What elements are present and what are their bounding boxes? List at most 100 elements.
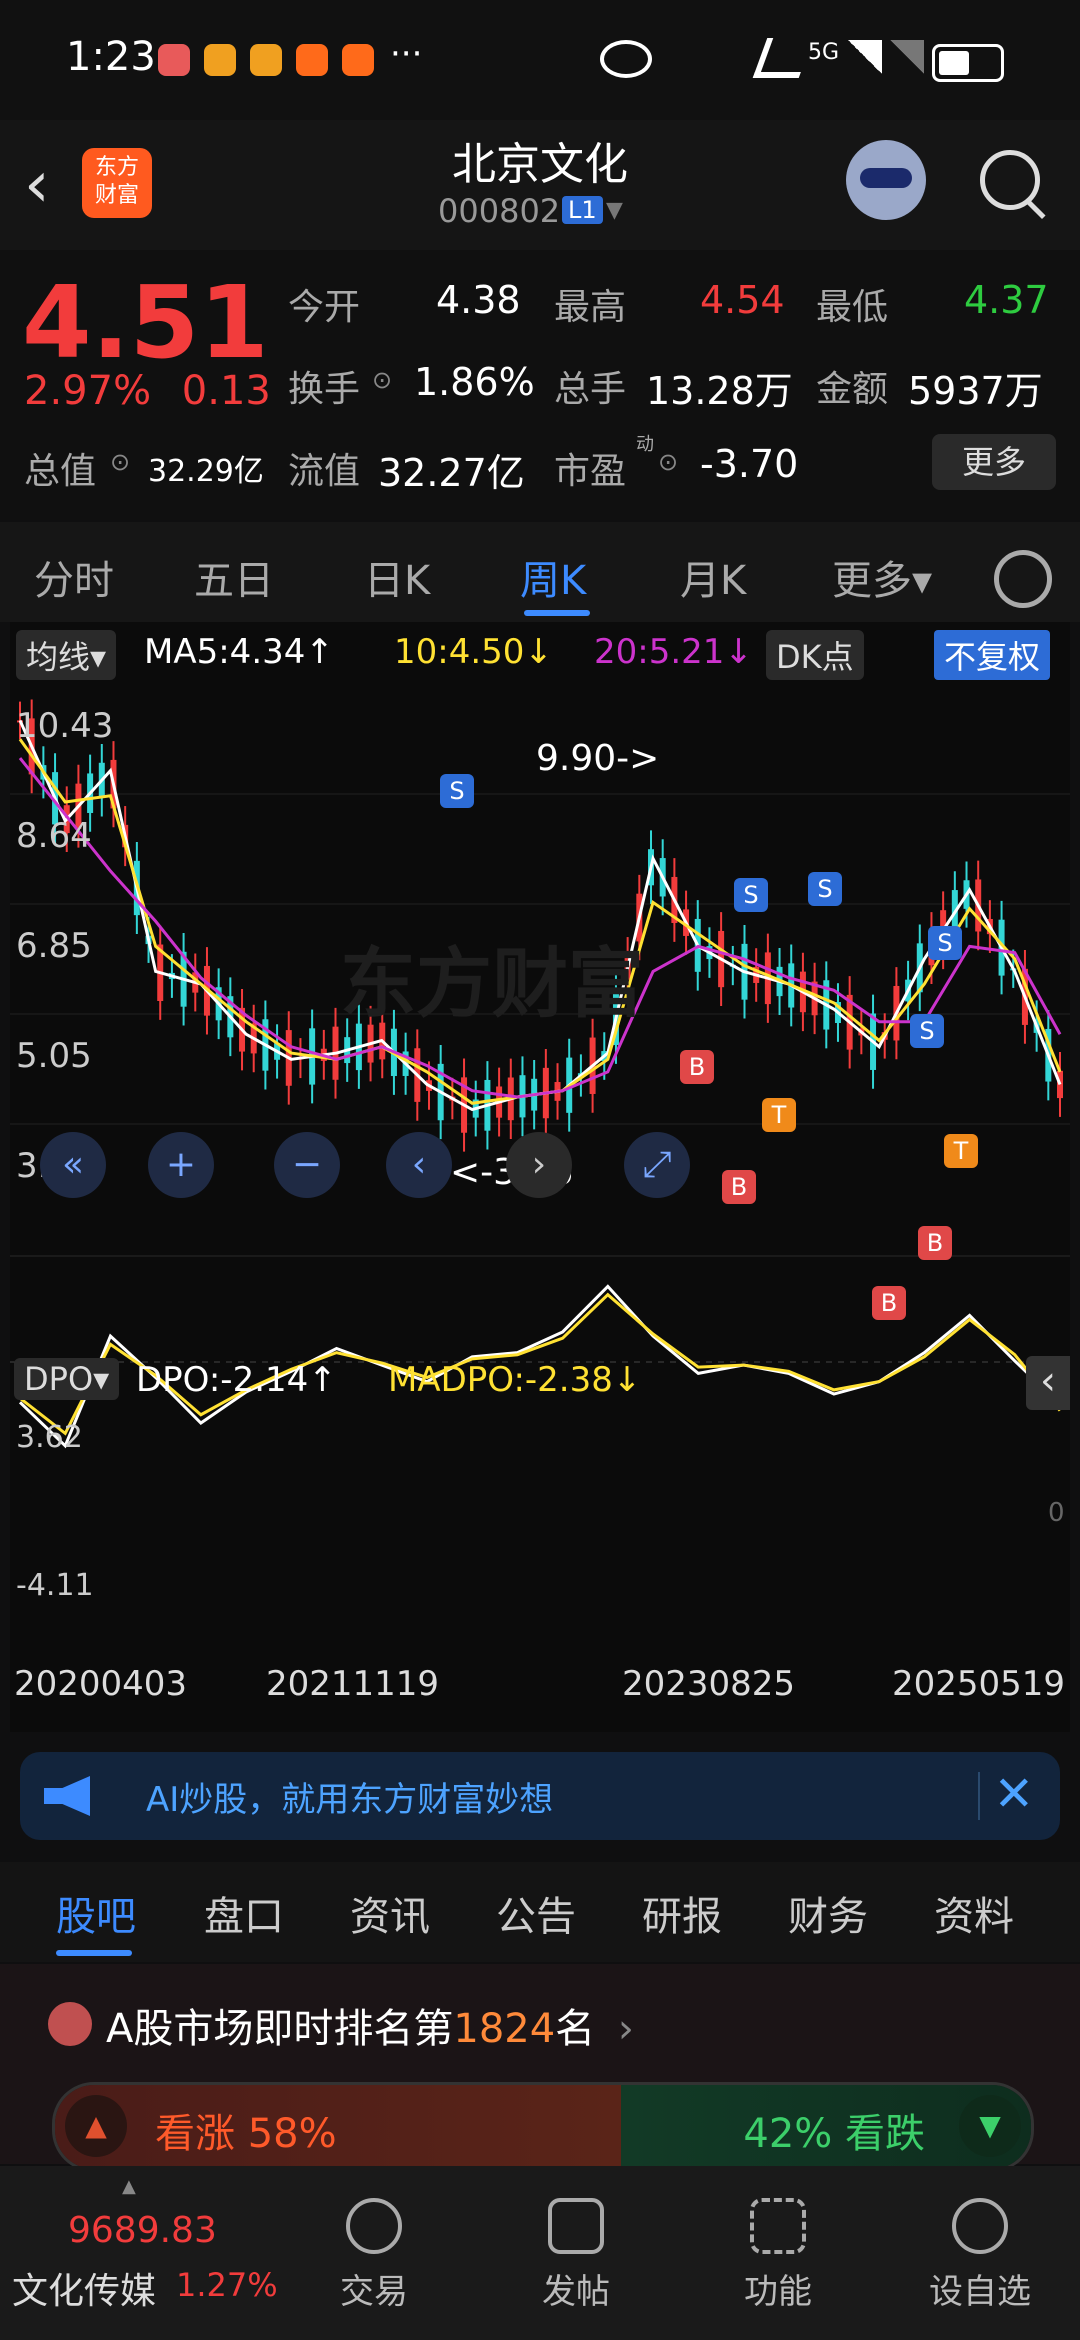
chevron-up-icon: ▲	[122, 2176, 136, 2197]
tab-profile[interactable]: 资料	[934, 1884, 1014, 1942]
content-tabs: 股吧 盘口 资讯 公告 研报 财务 资料	[0, 1862, 1080, 1962]
zoom-out-button[interactable]: −	[274, 1132, 340, 1198]
change-amount: 0.13	[181, 368, 271, 414]
yen-icon	[346, 2198, 402, 2254]
tab-order-book[interactable]: 盘口	[204, 1884, 284, 1942]
search-icon[interactable]	[980, 150, 1040, 210]
nav-post[interactable]: 发帖	[476, 2166, 676, 2340]
bottom-nav: ▲ 9689.83 文化传媒 1.27% 交易 发帖 功能 设自选	[0, 2166, 1080, 2340]
ranking-suffix: 名	[555, 2006, 596, 2052]
fullscreen-icon[interactable]: ⤢	[624, 1132, 690, 1198]
tab-financials[interactable]: 财务	[788, 1884, 868, 1942]
tab-more[interactable]: 更多▾	[832, 548, 932, 606]
signal-marker-sell[interactable]: S	[808, 872, 842, 906]
vote-down-button[interactable]: ▼	[959, 2095, 1021, 2157]
dk-point-toggle[interactable]: DK点	[766, 630, 864, 680]
nav-functions[interactable]: 功能	[678, 2166, 878, 2340]
signal-marker-buy[interactable]: B	[872, 1286, 906, 1320]
dpo-tick: -4.11	[16, 1568, 94, 1603]
float-cap-value: 32.27亿	[378, 451, 525, 495]
pe-dynamic-mark: 动	[636, 434, 654, 455]
banner-text[interactable]: AI炒股，就用东方财富妙想	[146, 1772, 553, 1821]
app-notification-icon	[296, 44, 328, 76]
indicator-selector[interactable]: DPO▾	[14, 1358, 120, 1400]
ma5-readout: MA5:4.34↑	[144, 632, 334, 672]
network-type: 5G	[808, 40, 840, 65]
ai-assistant-avatar[interactable]	[846, 140, 926, 220]
nav-trade[interactable]: 交易	[274, 2166, 474, 2340]
level-badge[interactable]: L1	[562, 196, 603, 224]
more-dots-icon	[952, 2198, 1008, 2254]
x-date-label: 20230825	[622, 1664, 796, 1704]
signal-marker-sell[interactable]: S	[910, 1014, 944, 1048]
wifi-icon	[752, 38, 814, 78]
nav-label: 发帖	[542, 2272, 610, 2312]
signal-marker-buy[interactable]: B	[918, 1226, 952, 1260]
open-value: 4.38	[436, 278, 521, 322]
status-bar: 1:23 ··· 5G	[0, 0, 1080, 120]
stock-header: ‹ 东方 财富 北京文化 000802 L1 ▼	[0, 120, 1080, 250]
vote-up-button[interactable]: ▲	[65, 2095, 127, 2157]
nav-label: 交易	[340, 2272, 408, 2312]
ai-promo-banner[interactable]: AI炒股，就用东方财富妙想 ✕	[20, 1752, 1060, 1840]
tab-intraday[interactable]: 分时	[34, 548, 114, 606]
active-tab-indicator	[56, 1950, 132, 1956]
bullish-label: 看涨 58%	[155, 2111, 337, 2157]
index-ticker[interactable]: ▲ 9689.83 文化传媒 1.27%	[0, 2166, 278, 2340]
stock-code[interactable]: 000802	[438, 192, 560, 230]
gear-icon[interactable]	[994, 550, 1052, 608]
chevron-right-icon: ›	[617, 2006, 634, 2052]
info-icon[interactable]: ⊙	[372, 366, 392, 394]
info-icon[interactable]: ⊙	[658, 448, 678, 476]
dpo-tick: 0	[1048, 1498, 1065, 1528]
tab-news[interactable]: 资讯	[350, 1884, 430, 1942]
signal-marker-sell[interactable]: S	[440, 774, 474, 808]
ranking-chart-icon	[48, 2002, 92, 2046]
scroll-left-button[interactable]: ‹	[386, 1132, 452, 1198]
close-icon[interactable]: ✕	[994, 1766, 1034, 1822]
price-change: 2.97% 0.13	[24, 368, 271, 414]
market-cap-label: 总值	[24, 451, 97, 492]
more-notifications-dots: ···	[390, 34, 423, 74]
collapse-panel-button[interactable]: ‹	[1026, 1356, 1070, 1410]
info-icon[interactable]: ⊙	[110, 448, 130, 476]
signal-marker-sell[interactable]: S	[734, 878, 768, 912]
tab-daily-k[interactable]: 日K	[364, 548, 430, 606]
high-label: 最高	[554, 287, 627, 328]
signal-marker-buy[interactable]: B	[722, 1170, 756, 1204]
battery-icon	[932, 44, 1004, 82]
scroll-to-start-button[interactable]: «	[40, 1132, 106, 1198]
ranking-prefix: A股市场即时排名第	[106, 2006, 454, 2052]
index-name: 文化传媒	[12, 2271, 157, 2312]
tab-weekly-k[interactable]: 周K	[520, 548, 586, 606]
ranking-text[interactable]: A股市场即时排名第1824名 ›	[106, 1996, 634, 2054]
tab-five-day[interactable]: 五日	[194, 548, 274, 606]
chevron-down-icon[interactable]: ▼	[606, 198, 623, 223]
signal-marker-sell[interactable]: S	[928, 926, 962, 960]
ma-selector[interactable]: 均线▾	[16, 630, 117, 680]
app-notification-icon	[158, 44, 190, 76]
zoom-in-button[interactable]: +	[148, 1132, 214, 1198]
index-value: 9689.83	[68, 2210, 217, 2251]
signal-marker-t[interactable]: T	[762, 1098, 796, 1132]
weibo-icon	[250, 44, 282, 76]
nav-watchlist[interactable]: 设自选	[880, 2166, 1080, 2340]
period-tabs: 分时 五日 日K 周K 月K 更多▾	[0, 522, 1080, 622]
tab-research[interactable]: 研报	[642, 1884, 722, 1942]
y-tick: 8.64	[16, 816, 92, 856]
tab-forum[interactable]: 股吧	[56, 1884, 136, 1942]
signal-marker-buy[interactable]: B	[680, 1050, 714, 1084]
signal-marker-t[interactable]: T	[944, 1134, 978, 1168]
x-date-label: 20250519	[892, 1664, 1066, 1704]
quote-panel: 4.51 2.97% 0.13 今开 4.38 最高 4.54 最低 4.37 …	[0, 250, 1080, 520]
active-tab-indicator	[524, 610, 590, 616]
adjust-toggle[interactable]: 不复权	[934, 630, 1051, 680]
status-time: 1:23	[66, 34, 156, 80]
more-button[interactable]: 更多	[932, 434, 1056, 490]
tab-monthly-k[interactable]: 月K	[680, 548, 746, 606]
scroll-right-button[interactable]: ›	[506, 1132, 572, 1198]
tab-announcements[interactable]: 公告	[496, 1884, 576, 1942]
kline-chart-panel[interactable]: 均线▾ MA5:4.34↑ 10:4.50↓ 20:5.21↓ DK点 不复权 …	[10, 622, 1070, 1732]
ranking-card[interactable]: A股市场即时排名第1824名 › ▲ 看涨 58% 42% 看跌 ▼	[0, 1964, 1080, 2172]
dpo-tick: 3.62	[16, 1420, 83, 1455]
